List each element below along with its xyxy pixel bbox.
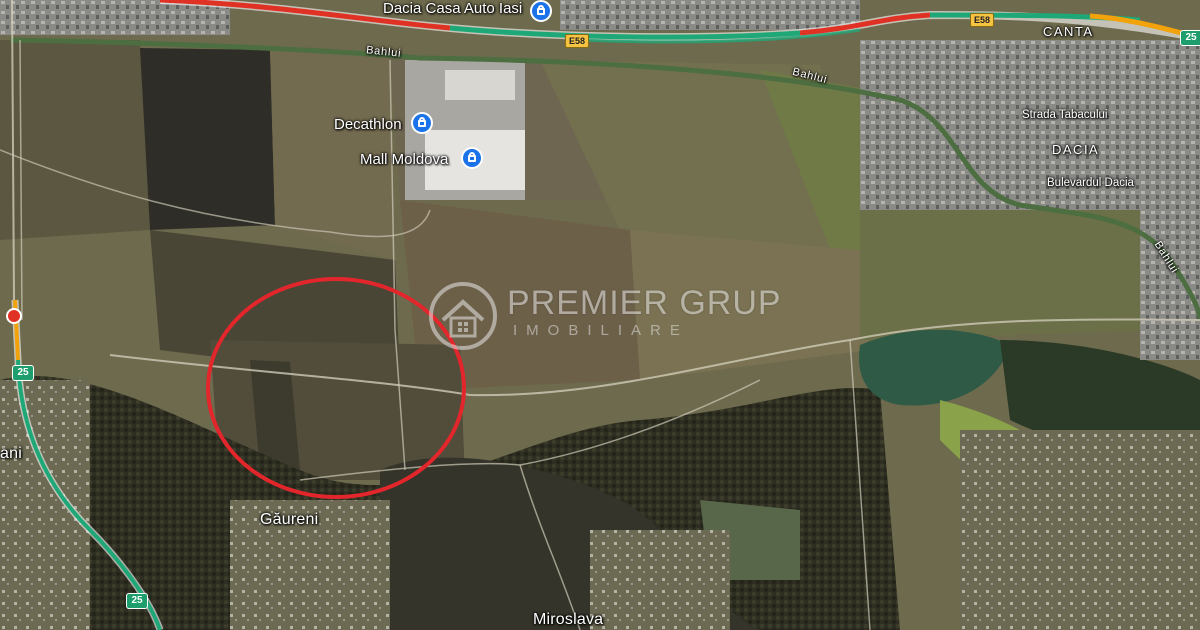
watermark-house-icon [429, 282, 497, 350]
road-shield-dn25: 25 [1180, 30, 1200, 46]
satellite-map[interactable]: PREMIER GRUP IMOBILIARE Dacia Casa Auto … [0, 0, 1200, 630]
district-label-canta: CANTA [1043, 24, 1094, 39]
watermark-name: PREMIER GRUP [507, 284, 782, 322]
road-shield-e58: E58 [565, 34, 590, 48]
roundabout-icon [6, 308, 22, 324]
watermark-subtitle: IMOBILIARE [513, 322, 689, 339]
street-label-tabacului: Strada Tabacului [1022, 109, 1108, 121]
shopping-bag-icon[interactable] [530, 0, 552, 22]
district-label-dacia: DACIA [1052, 142, 1100, 157]
poi-label-mall-moldova[interactable]: Mall Moldova [360, 152, 448, 167]
shopping-bag-icon[interactable] [411, 112, 433, 134]
shopping-bag-icon[interactable] [461, 147, 483, 169]
place-label-gaureni: Găureni [260, 511, 319, 528]
watermark: PREMIER GRUP IMOBILIARE [425, 278, 785, 353]
street-label-bulevardul-dacia: Bulevardul Dacia [1047, 177, 1134, 189]
road-shield-dn25: 25 [12, 365, 34, 381]
poi-label-decathlon[interactable]: Decathlon [334, 117, 402, 132]
place-label-partial: ani [0, 445, 22, 462]
road-shield-e58: E58 [970, 13, 995, 27]
poi-label-dacia-casa-auto[interactable]: Dacia Casa Auto Iasi [383, 1, 522, 16]
place-label-miroslava: Miroslava [533, 611, 604, 628]
road-shield-dn25: 25 [126, 593, 148, 609]
